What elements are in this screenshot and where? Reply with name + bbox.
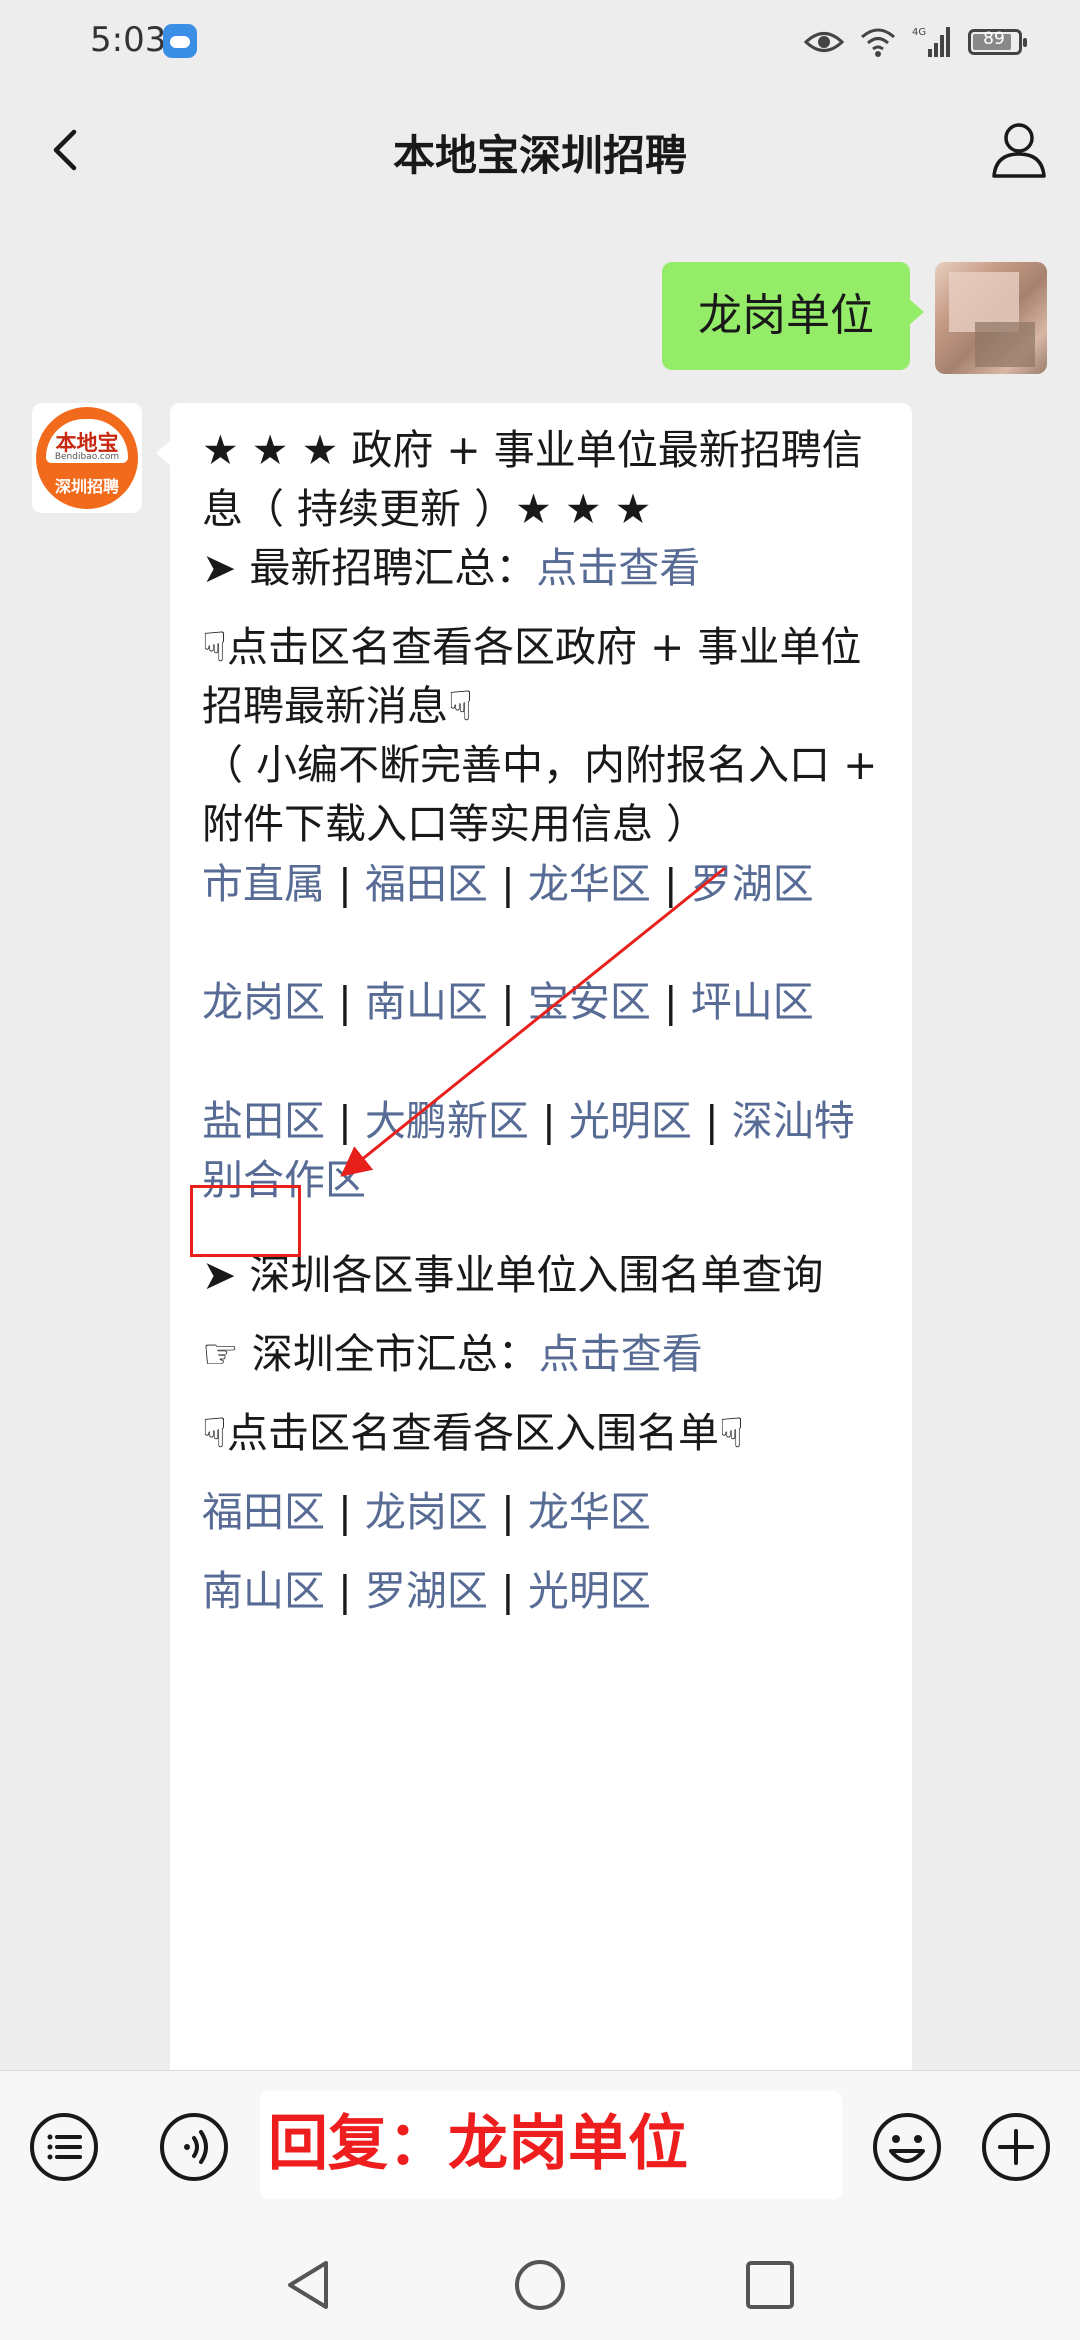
bendibao-logo: 本地宝 Bendibao.com 深圳招聘	[36, 407, 138, 509]
shortlist-row-1: 福田区 | 龙岗区 | 龙华区	[202, 1483, 882, 1542]
separator: |	[663, 860, 678, 908]
shortlist-intro: ☟点击区名查看各区入围名单☟	[202, 1409, 744, 1457]
bot-avatar[interactable]: 本地宝 Bendibao.com 深圳招聘	[32, 403, 142, 513]
separator: |	[338, 1567, 352, 1615]
weather-app-icon	[163, 24, 197, 58]
nav-home-icon[interactable]	[512, 2257, 568, 2313]
status-icons: 4G 89	[804, 22, 1027, 62]
district-link[interactable]: 大鹏新区	[365, 1097, 529, 1145]
shortlist-link[interactable]: 龙华区	[528, 1488, 651, 1536]
logo-text-bottom: 深圳招聘	[54, 477, 119, 496]
shortlist-link[interactable]: 龙岗区	[365, 1488, 488, 1536]
district-link[interactable]: 福田区	[365, 860, 488, 908]
status-time: 5:03	[90, 20, 167, 60]
separator: |	[500, 1567, 515, 1615]
separator: |	[500, 860, 515, 908]
emoji-icon[interactable]	[871, 2111, 943, 2183]
shortlist-link[interactable]: 福田区	[202, 1488, 325, 1536]
nav-back-icon[interactable]	[282, 2257, 338, 2313]
district-link-longgang[interactable]: 龙岗区	[202, 978, 325, 1026]
shortlist-link[interactable]: 南山区	[202, 1567, 325, 1615]
summary-line: ➤ 最新招聘汇总：点击查看	[202, 539, 882, 598]
chat-title: 本地宝深圳招聘	[392, 131, 687, 180]
battery-icon: 89	[968, 29, 1027, 55]
citywide-link[interactable]: 点击查看	[539, 1330, 703, 1378]
eye-icon	[804, 32, 844, 52]
separator: |	[541, 1097, 556, 1145]
district-link[interactable]: 龙华区	[528, 860, 651, 908]
district-link[interactable]: 南山区	[365, 978, 488, 1026]
input-bar: 回复：龙岗单位	[0, 2070, 1080, 2226]
citywide-prefix: ☞ 深圳全市汇总：	[202, 1330, 539, 1378]
districts-row-2: 龙岗区 | 南山区 | 宝安区 | 坪山区	[202, 973, 882, 1032]
voice-icon[interactable]	[158, 2111, 230, 2183]
separator: |	[704, 1097, 719, 1145]
menu-list-icon[interactable]	[28, 2111, 100, 2183]
message-input-text: 回复：龙岗单位	[268, 2109, 688, 2179]
bot-reply-bubble[interactable]: ★ ★ ★ 政府 + 事业单位最新招聘信息（ 持续更新 ）★ ★ ★ ➤ 最新招…	[156, 403, 912, 2070]
profile-icon[interactable]	[986, 116, 1052, 182]
separator: |	[338, 860, 352, 908]
district-link[interactable]: 罗湖区	[691, 860, 814, 908]
reply-title: ★ ★ ★ 政府 + 事业单位最新招聘信息（ 持续更新 ）★ ★ ★	[202, 426, 863, 533]
summary-link[interactable]: 点击查看	[536, 544, 700, 592]
district-link[interactable]: 市直属	[202, 860, 325, 908]
district-link[interactable]: 宝安区	[528, 978, 651, 1026]
separator: |	[500, 1488, 515, 1536]
network-label: 4G	[912, 27, 926, 38]
shortlist-link[interactable]: 罗湖区	[365, 1567, 488, 1615]
user-avatar[interactable]	[935, 262, 1047, 374]
separator: |	[500, 978, 515, 1026]
separator: |	[663, 978, 678, 1026]
district-link[interactable]: 光明区	[569, 1097, 692, 1145]
separator: |	[338, 1488, 352, 1536]
message-input[interactable]: 回复：龙岗单位	[260, 2091, 842, 2199]
summary-prefix: ➤ 最新招聘汇总：	[202, 544, 537, 592]
system-navigation-bar	[0, 2225, 1080, 2340]
user-message-bubble[interactable]: 龙岗单位	[662, 262, 924, 370]
battery-level: 89	[983, 29, 1005, 49]
shortlist-title: ➤ 深圳各区事业单位入围名单查询	[202, 1251, 824, 1299]
chat-area[interactable]: 龙岗单位 本地宝 Bendibao.com 深圳招聘 ★ ★ ★ 政府 + 事业…	[0, 210, 1080, 2070]
status-bar: 5:03 4G 89	[0, 0, 1080, 90]
districts-row-3: 盐田区 | 大鹏新区 | 光明区 | 深汕特别合作区	[202, 1092, 882, 1210]
chat-header: 本地宝深圳招聘	[0, 90, 1080, 210]
districts-row-1: 市直属 | 福田区 | 龙华区 | 罗湖区	[202, 855, 882, 914]
wifi-icon	[861, 28, 895, 57]
district-link[interactable]: 坪山区	[691, 978, 814, 1026]
shortlist-row-2: 南山区 | 罗湖区 | 光明区	[202, 1562, 882, 1621]
note-text: （ 小编不断完善中，内附报名入口 + 附件下载入口等实用信息 ）	[202, 741, 878, 848]
logo-text-mid: Bendibao.com	[54, 452, 120, 462]
separator: |	[338, 978, 352, 1026]
citywide-line: ☞ 深圳全市汇总：点击查看	[202, 1325, 882, 1384]
district-intro: ☟点击区名查看各区政府 + 事业单位招聘最新消息☟	[202, 623, 862, 730]
plus-icon[interactable]	[980, 2111, 1052, 2183]
nav-recents-icon[interactable]	[742, 2257, 798, 2313]
district-link[interactable]: 盐田区	[202, 1097, 325, 1145]
longgang-highlight-box	[190, 1185, 301, 1257]
shortlist-link[interactable]: 光明区	[528, 1567, 651, 1615]
signal-icon: 4G	[912, 27, 950, 57]
separator: |	[338, 1097, 352, 1145]
